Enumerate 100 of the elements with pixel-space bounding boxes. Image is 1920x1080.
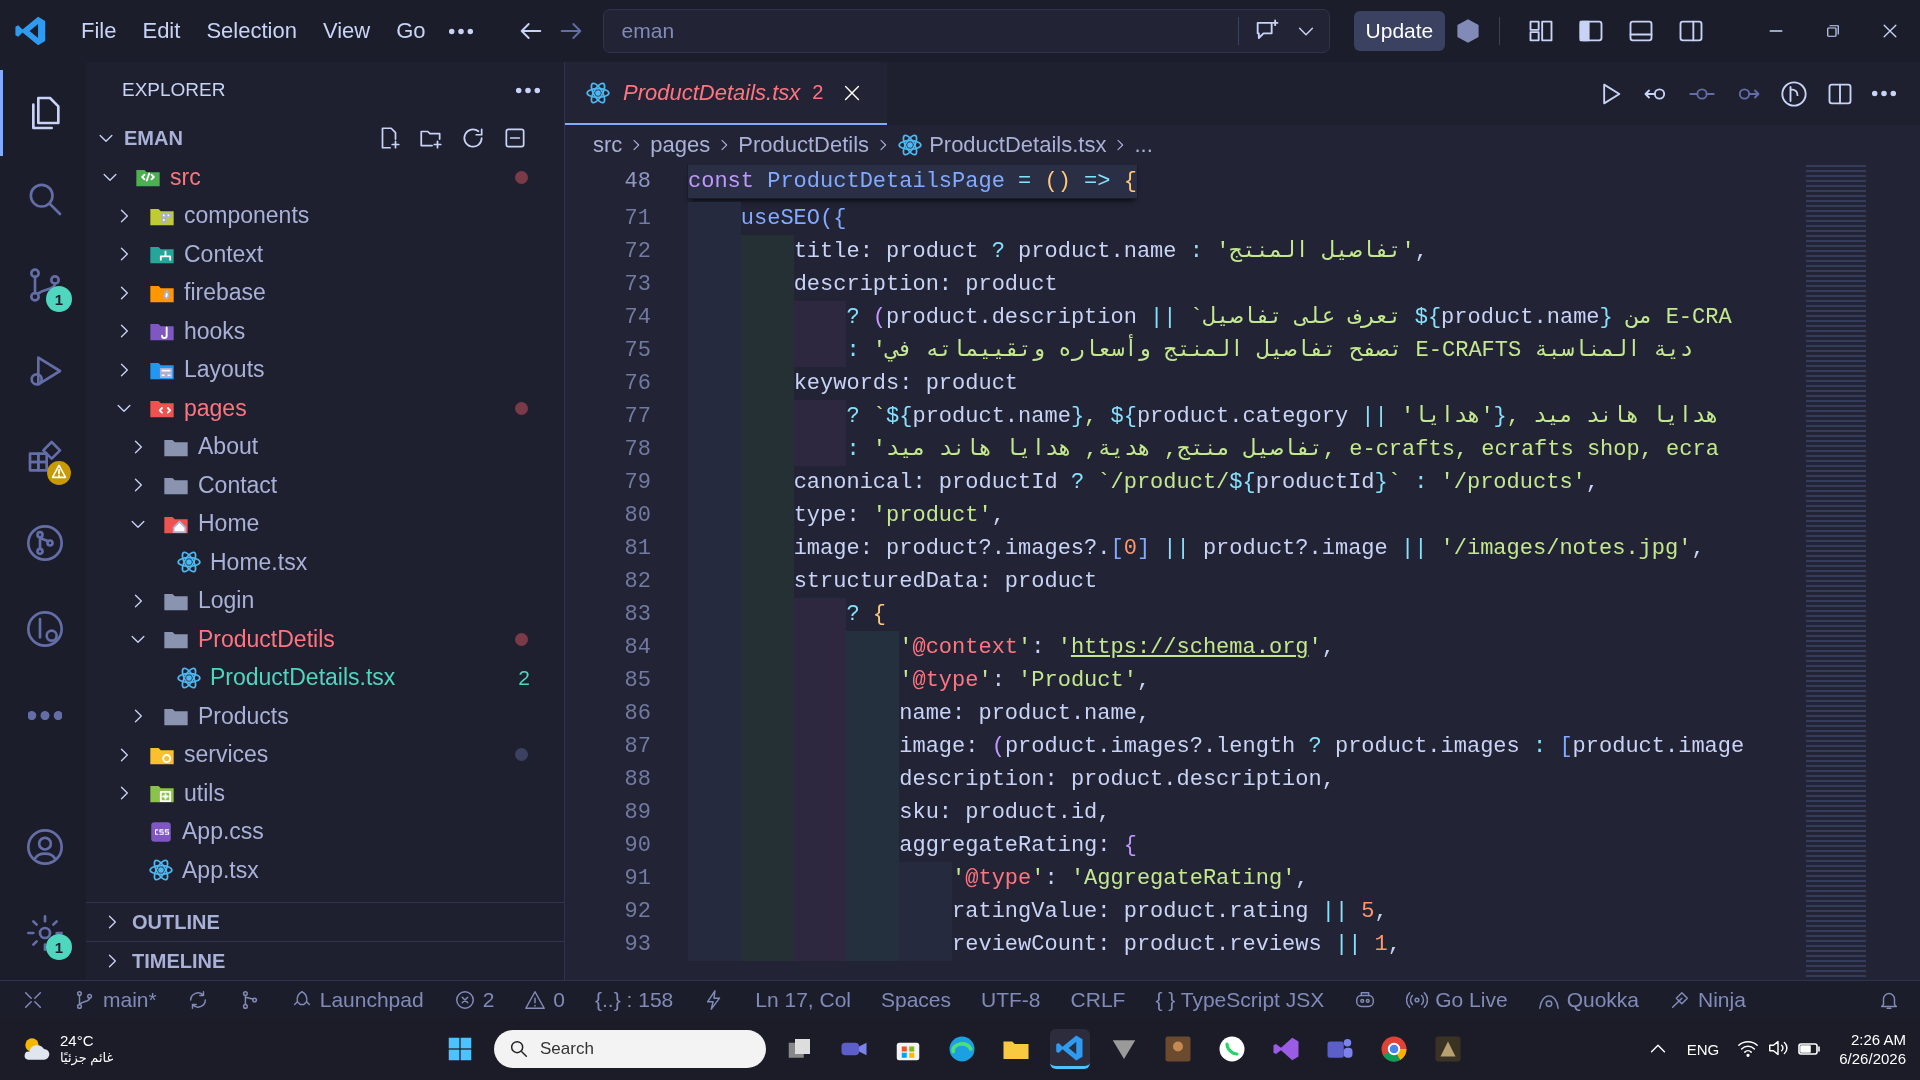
command-center[interactable]: eman — [602, 9, 1330, 53]
clock-date[interactable]: 6/26/2026 — [1839, 1049, 1906, 1069]
line-number: 85 — [623, 668, 652, 693]
status-item[interactable]: main* — [74, 987, 157, 1012]
line-number: 90 — [623, 833, 652, 858]
line-number: 76 — [623, 371, 652, 396]
cube-icon[interactable] — [1455, 18, 1482, 44]
search-field[interactable]: Search — [494, 1030, 766, 1068]
breadcrumb-item[interactable]: ... — [1134, 132, 1153, 158]
editor-tab[interactable]: ProductDetails.tsx 2 — [565, 62, 888, 125]
status-item[interactable]: CRLF — [1070, 987, 1126, 1012]
line-number: 92 — [623, 899, 652, 924]
tree-item[interactable]: src — [86, 158, 564, 197]
status-item[interactable]: { } TypeScript JSX — [1155, 987, 1325, 1012]
breadcrumb-item[interactable]: ProductDetils — [738, 132, 870, 158]
menu-item[interactable]: Selection — [195, 12, 308, 50]
tree-item[interactable]: components — [86, 196, 564, 235]
line-number: 74 — [623, 305, 652, 330]
more-icon[interactable] — [1872, 90, 1896, 97]
tree-item[interactable]: Login — [86, 581, 564, 620]
line-number: 71 — [623, 206, 652, 231]
tree-item[interactable]: About — [86, 427, 564, 466]
app-logo-icon — [14, 14, 48, 48]
taskbar-app[interactable] — [1050, 1029, 1090, 1069]
restore-icon[interactable] — [1824, 22, 1842, 40]
activity-item[interactable]: 1 — [0, 242, 86, 328]
status-item[interactable]: Spaces — [881, 987, 952, 1012]
error-icon — [453, 988, 476, 1011]
code-line: description: product — [688, 268, 1058, 301]
breadcrumb-item[interactable]: ProductDetails.tsx — [929, 132, 1107, 158]
update-button[interactable]: Update — [1353, 11, 1446, 51]
code-line: description: product.description, — [688, 763, 1335, 796]
tree-item[interactable]: firebase — [86, 273, 564, 312]
breadcrumb-item[interactable]: src — [593, 132, 623, 158]
panel-title: EXPLORER — [122, 79, 226, 101]
tree-item[interactable]: ProductDetils — [86, 620, 564, 659]
language-indicator[interactable]: ENG — [1686, 1040, 1720, 1058]
code-line: ratingValue: product.rating || 5, — [688, 895, 1388, 928]
problem-count: 2 — [812, 81, 824, 104]
line-number: 89 — [623, 800, 652, 825]
tree-item[interactable]: Context — [86, 235, 564, 274]
menu-item[interactable]: View — [311, 12, 382, 50]
react-atom-icon — [585, 79, 611, 106]
line-number: 48 — [623, 169, 652, 194]
line-number: 87 — [623, 734, 652, 759]
tree-item[interactable]: Home — [86, 504, 564, 543]
code-line: image: product?.images?.[0] || product?.image || '/images/notes.jpg', — [688, 532, 1705, 565]
tree-item[interactable]: Layouts — [86, 350, 564, 389]
code-line: '@context': 'https://schema.org', — [688, 631, 1335, 664]
tree-item[interactable]: Products — [86, 697, 564, 736]
tree-item[interactable]: App.tsx — [86, 851, 564, 890]
react-atom-icon — [148, 857, 174, 884]
tree-item[interactable]: App.css — [86, 812, 564, 851]
collapse-icon[interactable] — [502, 125, 528, 151]
tree-item[interactable]: utils — [86, 774, 564, 813]
menu-item[interactable]: Edit — [131, 12, 192, 50]
activity-item[interactable]: 1 — [0, 890, 86, 976]
more-icon[interactable] — [448, 27, 473, 35]
account-icon — [24, 827, 65, 867]
temperature: 24°C — [60, 1032, 95, 1051]
branch-circle-icon[interactable] — [1780, 79, 1808, 108]
code-line: keywords: product — [688, 367, 1019, 400]
warning-icon — [524, 988, 547, 1011]
status-item[interactable]: Ninja — [1669, 987, 1746, 1012]
line-number: 91 — [623, 866, 652, 891]
line-number: 82 — [623, 569, 652, 594]
code-line: name: product.name, — [688, 697, 1151, 730]
status-item[interactable]: Quokka — [1537, 987, 1639, 1012]
menu-item[interactable]: File — [70, 12, 128, 50]
react-atom-icon — [176, 549, 202, 576]
search-icon — [508, 1038, 530, 1060]
line-number: 84 — [623, 635, 652, 660]
weather-condition: غائم جزئيًا — [60, 1050, 114, 1066]
status-item[interactable]: UTF-8 — [981, 987, 1041, 1012]
line-number: 75 — [623, 338, 652, 363]
status-item[interactable]: 2 — [453, 987, 495, 1012]
clock-time[interactable]: 2:26 AM — [1850, 1029, 1906, 1049]
status-item[interactable]: Launchpad — [290, 987, 424, 1012]
tree-item[interactable]: Home.tsx — [86, 543, 564, 582]
tree-item[interactable]: services — [86, 735, 564, 774]
tree-item[interactable]: ProductDetails.tsx 2 — [86, 658, 564, 697]
code-line: structuredData: product — [688, 565, 1098, 598]
folder-header[interactable]: EMAN — [86, 118, 564, 158]
code-line: ? { — [688, 598, 887, 631]
status-item[interactable]: 0 — [524, 987, 565, 1012]
problem-count: 2 — [518, 665, 530, 690]
line-number: 77 — [623, 404, 652, 429]
line-number: 78 — [623, 437, 652, 462]
tree-item[interactable]: pages — [86, 389, 564, 428]
status-item[interactable]: Ln 17, Col — [755, 987, 851, 1012]
tree-item[interactable]: hooks — [86, 312, 564, 351]
line-number: 72 — [623, 239, 652, 264]
tree-item[interactable]: Contact — [86, 466, 564, 505]
code-line: image: (product.images?.length ? product.images : [product.image — [688, 730, 1745, 763]
more-icon[interactable] — [516, 86, 540, 94]
status-item[interactable]: {..} : 158 — [595, 987, 674, 1012]
section-header[interactable]: OUTLINE — [86, 902, 564, 941]
breadcrumb-item[interactable]: pages — [650, 132, 711, 158]
status-item[interactable]: Go Live — [1406, 987, 1508, 1012]
menu-item[interactable]: Go — [385, 12, 437, 50]
